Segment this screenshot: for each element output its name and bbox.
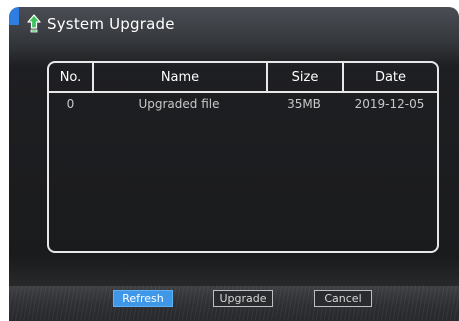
column-header-no: No. — [59, 69, 82, 85]
refresh-button[interactable]: Refresh — [113, 290, 173, 307]
dialog-title: System Upgrade — [47, 15, 175, 33]
cell-no: 0 — [66, 97, 75, 111]
upgrade-arrow-icon — [27, 13, 41, 35]
upgrade-dialog: System Upgrade No. Name Size Date 0 Upgr… — [9, 7, 459, 321]
cancel-button[interactable]: Cancel — [314, 290, 372, 307]
column-header-name: Name — [92, 63, 266, 91]
cell-name: Upgraded file — [138, 97, 220, 111]
title-bar: System Upgrade — [9, 7, 459, 41]
button-bar: Refresh Upgrade Cancel — [9, 286, 459, 321]
table-header: No. Name Size Date — [49, 63, 437, 93]
upgrade-file-table: No. Name Size Date 0 Upgraded file 35MB … — [47, 61, 439, 253]
column-header-size: Size — [266, 63, 342, 91]
cell-date: 2019-12-05 — [354, 97, 425, 111]
upgrade-button[interactable]: Upgrade — [213, 290, 273, 307]
cell-size: 35MB — [287, 97, 321, 111]
table-row[interactable]: 0 Upgraded file 35MB 2019-12-05 — [49, 93, 437, 115]
column-header-date: Date — [342, 63, 437, 91]
